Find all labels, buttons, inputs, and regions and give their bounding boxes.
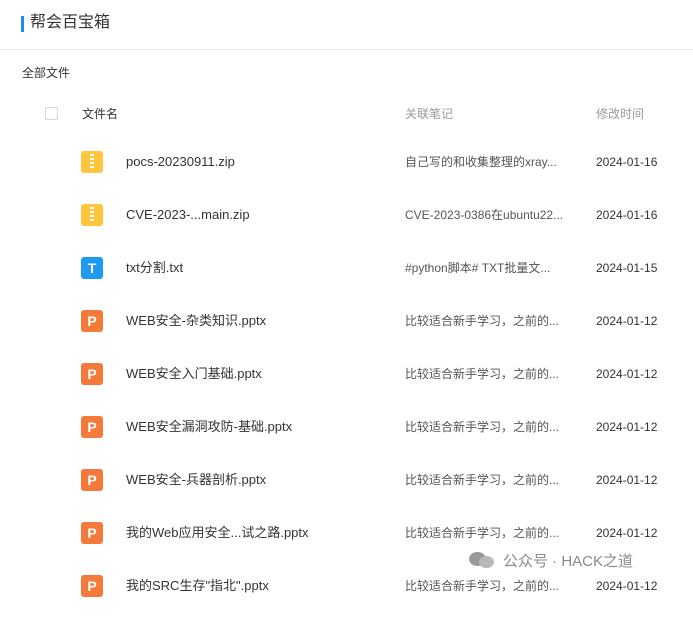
txt-file-icon: T: [81, 257, 103, 279]
file-note[interactable]: #python脚本# TXT批量文...: [405, 259, 550, 277]
file-name[interactable]: WEB安全-杂类知识.pptx: [126, 312, 266, 330]
file-name[interactable]: pocs-20230911.zip: [126, 153, 235, 171]
ppt-file-icon: P: [81, 575, 103, 597]
file-row[interactable]: pocs-20230911.zip 自己写的和收集整理的xray... 2024…: [0, 140, 693, 193]
file-date: 2024-01-12: [596, 473, 658, 487]
watermark: 公众号 · HACK之道: [465, 547, 640, 573]
file-note[interactable]: CVE-2023-0386在ubuntu22...: [405, 206, 563, 224]
file-date: 2024-01-16: [596, 155, 658, 169]
file-row[interactable]: P WEB安全入门基础.pptx 比较适合新手学习，之前的... 2024-01…: [0, 352, 693, 405]
select-all-checkbox[interactable]: [45, 107, 58, 120]
file-date: 2024-01-16: [596, 208, 658, 222]
file-name[interactable]: WEB安全入门基础.pptx: [126, 365, 262, 383]
ppt-file-icon: P: [81, 469, 103, 491]
ppt-file-icon: P: [81, 522, 103, 544]
file-name[interactable]: WEB安全漏洞攻防-基础.pptx: [126, 418, 292, 436]
breadcrumb[interactable]: 全部文件: [22, 64, 70, 82]
column-header-note[interactable]: 关联笔记: [405, 104, 453, 124]
file-note[interactable]: 比较适合新手学习，之前的...: [405, 365, 559, 383]
ppt-glyph: P: [87, 366, 97, 382]
file-note[interactable]: 比较适合新手学习，之前的...: [405, 418, 559, 436]
file-date: 2024-01-12: [596, 579, 658, 593]
column-header-name[interactable]: 文件名: [82, 104, 118, 124]
ppt-file-icon: P: [81, 363, 103, 385]
watermark-text: 公众号 · HACK之道: [503, 552, 634, 570]
zip-file-icon: [81, 204, 103, 226]
ppt-glyph: P: [87, 472, 97, 488]
wechat-icon: [469, 550, 497, 570]
file-date: 2024-01-12: [596, 314, 658, 328]
file-note[interactable]: 自己写的和收集整理的xray...: [405, 153, 557, 171]
column-header-date[interactable]: 修改时间: [596, 104, 644, 124]
file-date: 2024-01-12: [596, 526, 658, 540]
file-note[interactable]: 比较适合新手学习，之前的...: [405, 524, 559, 542]
file-note[interactable]: 比较适合新手学习，之前的...: [405, 471, 559, 489]
header: 帮会百宝箱: [0, 0, 693, 50]
file-name[interactable]: WEB安全-兵器剖析.pptx: [126, 471, 266, 489]
txt-glyph: T: [87, 260, 97, 276]
file-row[interactable]: CVE-2023-...main.zip CVE-2023-0386在ubunt…: [0, 193, 693, 246]
file-row[interactable]: P WEB安全漏洞攻防-基础.pptx 比较适合新手学习，之前的... 2024…: [0, 405, 693, 458]
page-title: 帮会百宝箱: [30, 14, 111, 31]
ppt-glyph: P: [87, 419, 97, 435]
file-note[interactable]: 比较适合新手学习，之前的...: [405, 312, 559, 330]
file-date: 2024-01-12: [596, 420, 658, 434]
ppt-file-icon: P: [81, 310, 103, 332]
file-date: 2024-01-12: [596, 367, 658, 381]
ppt-glyph: P: [87, 313, 97, 329]
header-accent-bar: [21, 16, 24, 32]
file-name[interactable]: CVE-2023-...main.zip: [126, 206, 250, 224]
zip-file-icon: [81, 151, 103, 173]
file-name[interactable]: 我的Web应用安全...试之路.pptx: [126, 524, 309, 542]
file-row[interactable]: P WEB安全-杂类知识.pptx 比较适合新手学习，之前的... 2024-0…: [0, 299, 693, 352]
file-row[interactable]: P WEB安全-兵器剖析.pptx 比较适合新手学习，之前的... 2024-0…: [0, 458, 693, 511]
file-note[interactable]: 比较适合新手学习，之前的...: [405, 577, 559, 595]
file-date: 2024-01-15: [596, 261, 658, 275]
ppt-file-icon: P: [81, 416, 103, 438]
ppt-glyph: P: [87, 525, 97, 541]
file-name[interactable]: txt分割.txt: [126, 259, 183, 277]
file-row[interactable]: T txt分割.txt #python脚本# TXT批量文... 2024-01…: [0, 246, 693, 299]
file-name[interactable]: 我的SRC生存"指北".pptx: [126, 577, 269, 595]
